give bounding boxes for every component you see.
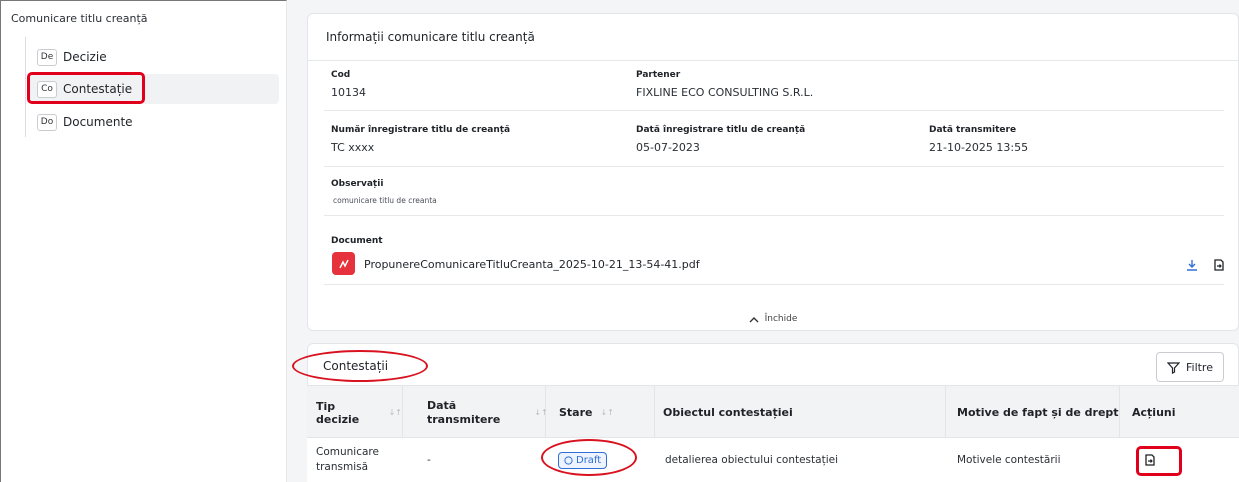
- cell-data-transmitere: -: [427, 454, 431, 466]
- sidebar-item-decizie[interactable]: De Decizie: [29, 42, 279, 72]
- divider: [324, 284, 1224, 285]
- download-icon[interactable]: [1183, 256, 1201, 274]
- sidebar-item-documente[interactable]: Do Documente: [29, 107, 279, 137]
- sidebar-item-label: Decizie: [63, 50, 107, 64]
- column-header-tip-decizie[interactable]: Tip decizie ↓↑: [307, 386, 403, 439]
- sort-icon: ↓↑: [600, 408, 614, 417]
- cell-obiect: detalierea obiectului contestației: [665, 454, 838, 466]
- table-row[interactable]: Comunicare transmisă - Draft detalierea o…: [307, 438, 1239, 482]
- nr-inregistrare-value: TC xxxx: [331, 141, 375, 154]
- observatii-value: comunicare titlu de creanta: [333, 196, 437, 205]
- cell-stare: Draft: [546, 438, 655, 482]
- chevron-up-icon: [749, 316, 759, 322]
- sidebar-item-label: Contestație: [63, 82, 133, 96]
- filters-button[interactable]: Filtre: [1156, 352, 1224, 382]
- sidebar-item-contestatie[interactable]: Co Contestație: [29, 74, 279, 104]
- close-details-label: Închide: [764, 314, 798, 324]
- document-label: Document: [331, 236, 383, 246]
- open-document-icon[interactable]: [1210, 256, 1228, 274]
- table-header: Tip decizie ↓↑ Dată transmitere ↓↑ Stare ↓↑ …: [307, 385, 1239, 439]
- data-transmitere-value: 21-10-2025 13:55: [929, 141, 1029, 154]
- partener-label: Partener: [636, 70, 681, 80]
- close-details-button[interactable]: Închide: [308, 314, 1238, 324]
- sidebar-title: Comunicare titlu creanță: [11, 12, 148, 25]
- nr-inregistrare-label: Număr înregistrare titlu de creanță: [331, 125, 511, 135]
- document-filename-link[interactable]: PropunereComunicareTitluCreanta_2025-10-…: [364, 258, 700, 271]
- pdf-file-icon: [332, 252, 355, 275]
- divider: [324, 215, 1224, 216]
- cell-motive: Motivele contestării: [957, 454, 1061, 466]
- partener-value: FIXLINE ECO CONSULTING S.R.L.: [636, 86, 814, 99]
- sort-icon: ↓↑: [388, 408, 402, 417]
- contestatii-title: Contestații: [323, 359, 389, 373]
- info-card-title: Informații comunicare titlu creanță: [326, 30, 535, 44]
- status-badge: Draft: [558, 451, 608, 469]
- circle-icon: [564, 455, 573, 465]
- sidebar-item-badge: Do: [37, 113, 57, 131]
- cell-tip-decizie: Comunicare transmisă: [316, 446, 379, 473]
- sidebar: Comunicare titlu creanță De Decizie Co C…: [0, 0, 287, 482]
- filters-label: Filtre: [1185, 360, 1213, 374]
- data-transmitere-label: Dată transmitere: [929, 125, 1017, 135]
- data-inregistrare-label: Dată înregistrare titlu de creanță: [636, 125, 806, 135]
- info-card: Informații comunicare titlu creanță Cod …: [307, 13, 1239, 331]
- observatii-label: Observații: [331, 179, 384, 189]
- filter-icon: [1166, 361, 1180, 374]
- sidebar-item-badge: De: [37, 48, 57, 66]
- data-inregistrare-value: 05-07-2023: [636, 141, 700, 154]
- divider: [324, 166, 1224, 167]
- sidebar-item-label: Documente: [63, 115, 133, 129]
- sidebar-tree-line: [25, 37, 26, 137]
- sidebar-item-badge: Co: [37, 80, 57, 98]
- column-header-obiect: Obiectul contestației: [655, 386, 946, 439]
- cell-actiuni: [1120, 438, 1239, 482]
- cod-label: Cod: [331, 70, 351, 80]
- cod-value: 10134: [331, 86, 366, 99]
- column-header-data-transmitere[interactable]: Dată transmitere ↓↑: [403, 386, 548, 439]
- open-contestatie-icon[interactable]: [1143, 453, 1157, 467]
- column-header-motive: Motive de fapt și de drept: [946, 386, 1120, 439]
- divider: [308, 60, 1238, 61]
- column-header-actiuni: Acțiuni: [1132, 406, 1176, 419]
- divider: [324, 110, 1224, 111]
- column-header-stare[interactable]: Stare ↓↑: [546, 386, 655, 439]
